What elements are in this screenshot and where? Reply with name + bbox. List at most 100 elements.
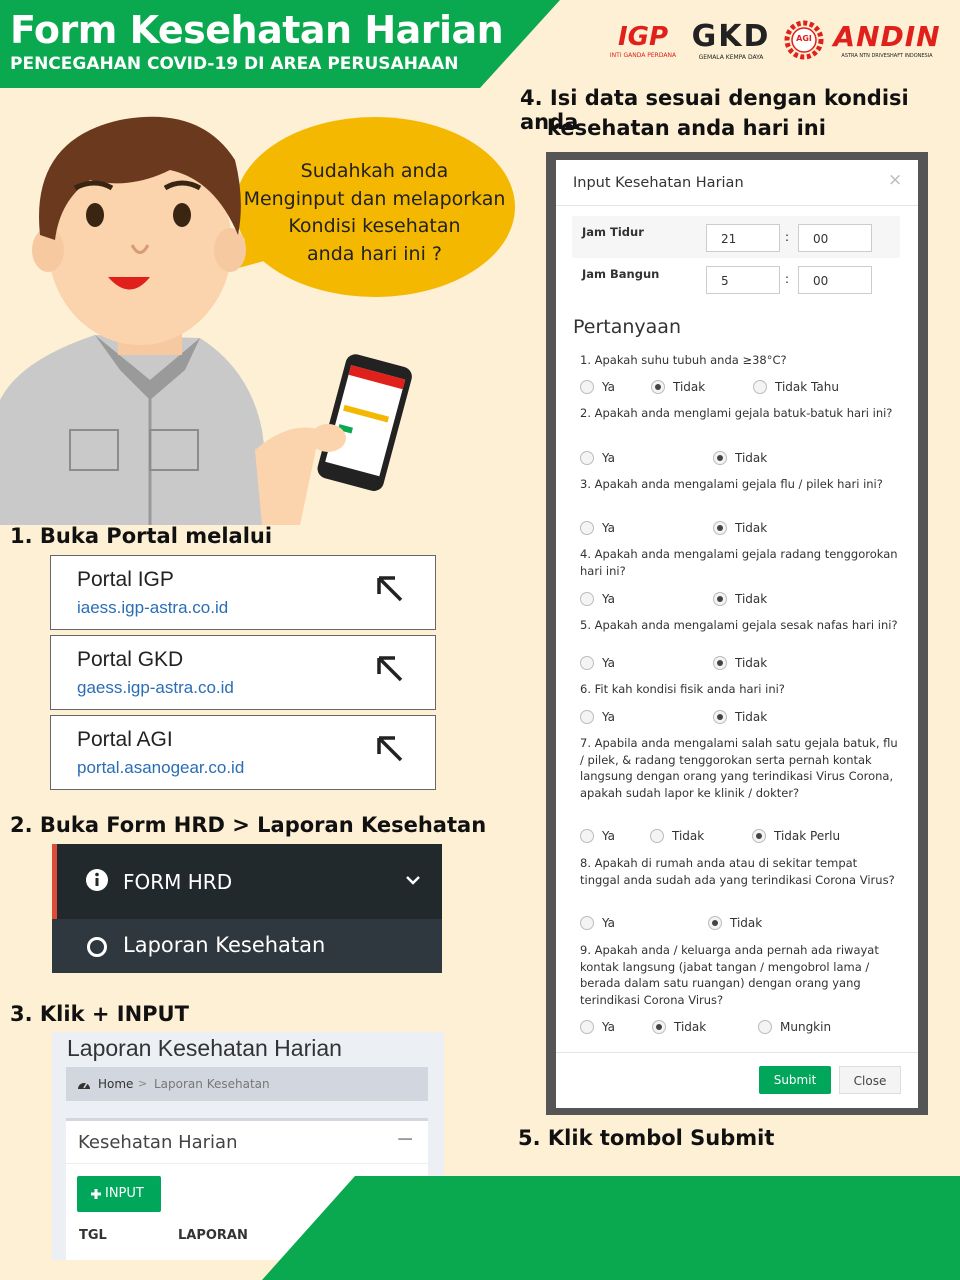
q9-option-mungkin[interactable]: Mungkin — [758, 1020, 831, 1034]
jam-bangun-minute-input[interactable]: 00 — [798, 266, 872, 294]
q9-option-ya[interactable]: Ya — [580, 1020, 615, 1034]
question-9: 9. Apakah anda / keluarga anda pernah ad… — [580, 943, 879, 1007]
radio-checked-icon — [713, 451, 727, 465]
q6-option-tidak[interactable]: Tidak — [713, 710, 767, 724]
radio-checked-icon — [752, 829, 766, 843]
breadcrumb-separator: > — [138, 1077, 148, 1090]
radio-checked-icon — [713, 592, 727, 606]
radio-checked-icon — [713, 656, 727, 670]
box-title: Kesehatan Harian — [78, 1132, 238, 1153]
q8-option-tidak[interactable]: Tidak — [708, 916, 762, 930]
sidebar-item-form-hrd[interactable]: FORM HRD — [52, 844, 442, 919]
q3-option-ya[interactable]: Ya — [580, 521, 615, 535]
radio-checked-icon — [713, 521, 727, 535]
q7-option-ya[interactable]: Ya — [580, 829, 615, 843]
radio-icon — [580, 710, 594, 724]
radio-icon — [580, 1020, 594, 1034]
q9-option-tidak[interactable]: Tidak — [652, 1020, 706, 1034]
speech-bubble-text: Sudahkah anda Menginput dan melaporkan K… — [243, 160, 506, 265]
jam-tidur-label: Jam Tidur — [582, 225, 644, 239]
q6-option-ya[interactable]: Ya — [580, 710, 615, 724]
portal-name: Portal AGI — [77, 728, 173, 751]
question-4: 4. Apakah anda mengalami gejala radang t… — [580, 547, 898, 578]
q1-option-tidak[interactable]: Tidak — [651, 380, 705, 394]
radio-icon — [753, 380, 767, 394]
character-illustration — [0, 116, 515, 525]
agi-logo: AGI — [784, 20, 824, 60]
chevron-down-icon — [406, 876, 420, 885]
sidebar-item-label: FORM HRD — [123, 870, 233, 894]
q4-option-tidak[interactable]: Tidak — [713, 592, 767, 606]
portal-url[interactable]: gaess.igp-astra.co.id — [77, 678, 234, 698]
andin-logo: ANDIN ASTRA NTN DRIVESHAFT INDONESIA — [833, 20, 941, 60]
q7-option-tidak[interactable]: Tidak — [650, 829, 704, 843]
arrow-up-left-icon — [377, 576, 403, 602]
time-separator: : — [785, 272, 790, 286]
modal-title: Input Kesehatan Harian — [573, 175, 744, 191]
radio-icon — [580, 592, 594, 606]
portal-gkd-card[interactable]: Portal GKD gaess.igp-astra.co.id — [50, 635, 436, 710]
radio-icon — [580, 380, 594, 394]
radio-checked-icon — [651, 380, 665, 394]
close-button[interactable]: Close — [839, 1066, 901, 1094]
jam-bangun-label: Jam Bangun — [582, 267, 660, 281]
jam-tidur-minute-input[interactable]: 00 — [798, 224, 872, 252]
step-3-label: 3. Klik + INPUT — [10, 1002, 189, 1026]
radio-icon — [758, 1020, 772, 1034]
dashboard-icon — [78, 1082, 90, 1089]
question-7: 7. Apabila anda mengalami salah satu gej… — [580, 736, 898, 800]
modal-close-icon[interactable]: × — [888, 170, 902, 190]
question-8: 8. Apakah di rumah anda atau di sekitar … — [580, 856, 895, 887]
arrow-up-left-icon — [377, 736, 403, 762]
radio-icon — [580, 829, 594, 843]
breadcrumb-current: Laporan Kesehatan — [154, 1077, 270, 1091]
info-icon — [86, 869, 108, 891]
question-1: 1. Apakah suhu tubuh anda ≥38°C? — [580, 353, 787, 367]
portal-igp-card[interactable]: Portal IGP iaess.igp-astra.co.id — [50, 555, 436, 630]
radio-icon — [580, 916, 594, 930]
sidebar-item-laporan-kesehatan[interactable]: Laporan Kesehatan — [52, 919, 442, 973]
radio-checked-icon — [713, 710, 727, 724]
circle-icon — [87, 937, 107, 957]
gkd-logo: GKD GEMALA KEMPA DAYA — [691, 18, 771, 61]
portal-url[interactable]: portal.asanogear.co.id — [77, 758, 244, 778]
radio-icon — [580, 656, 594, 670]
q3-option-tidak[interactable]: Tidak — [713, 521, 767, 535]
question-6: 6. Fit kah kondisi fisik anda hari ini? — [580, 682, 785, 696]
radio-icon — [650, 829, 664, 843]
portal-name: Portal IGP — [77, 568, 174, 591]
submit-button[interactable]: Submit — [759, 1066, 831, 1094]
breadcrumb-home[interactable]: Home — [98, 1077, 133, 1091]
section-pertanyaan: Pertanyaan — [573, 316, 681, 338]
laporan-page-title: Laporan Kesehatan Harian — [67, 1035, 342, 1061]
radio-icon — [580, 521, 594, 535]
q1-option-ya[interactable]: Ya — [580, 380, 615, 394]
jam-bangun-hour-input[interactable]: 5 — [706, 266, 780, 294]
radio-checked-icon — [652, 1020, 666, 1034]
collapse-button[interactable]: − — [396, 1127, 414, 1152]
q7-option-tidak-perlu[interactable]: Tidak Perlu — [752, 829, 840, 843]
step-2-label: 2. Buka Form HRD > Laporan Kesehatan — [10, 813, 487, 837]
question-3: 3. Apakah anda mengalami gejala flu / pi… — [580, 477, 883, 491]
sidebar-menu: FORM HRD Laporan Kesehatan — [52, 844, 442, 973]
arrow-up-left-icon — [377, 656, 403, 682]
q1-option-tidak-tahu[interactable]: Tidak Tahu — [753, 380, 839, 394]
q4-option-ya[interactable]: Ya — [580, 592, 615, 606]
radio-icon — [580, 451, 594, 465]
breadcrumb: Home > Laporan Kesehatan — [66, 1067, 428, 1101]
page-title: Form Kesehatan Harian — [10, 8, 504, 52]
question-5: 5. Apakah anda mengalami gejala sesak na… — [580, 618, 898, 632]
radio-checked-icon — [708, 916, 722, 930]
q5-option-ya[interactable]: Ya — [580, 656, 615, 670]
time-separator: : — [785, 230, 790, 244]
jam-tidur-hour-input[interactable]: 21 — [706, 224, 780, 252]
portal-name: Portal GKD — [77, 648, 184, 671]
portal-url[interactable]: iaess.igp-astra.co.id — [77, 598, 228, 618]
q2-option-ya[interactable]: Ya — [580, 451, 615, 465]
footer-banner — [262, 1176, 960, 1280]
q5-option-tidak[interactable]: Tidak — [713, 656, 767, 670]
sidebar-item-label: Laporan Kesehatan — [123, 933, 326, 957]
q2-option-tidak[interactable]: Tidak — [713, 451, 767, 465]
portal-agi-card[interactable]: Portal AGI portal.asanogear.co.id — [50, 715, 436, 790]
q8-option-ya[interactable]: Ya — [580, 916, 615, 930]
